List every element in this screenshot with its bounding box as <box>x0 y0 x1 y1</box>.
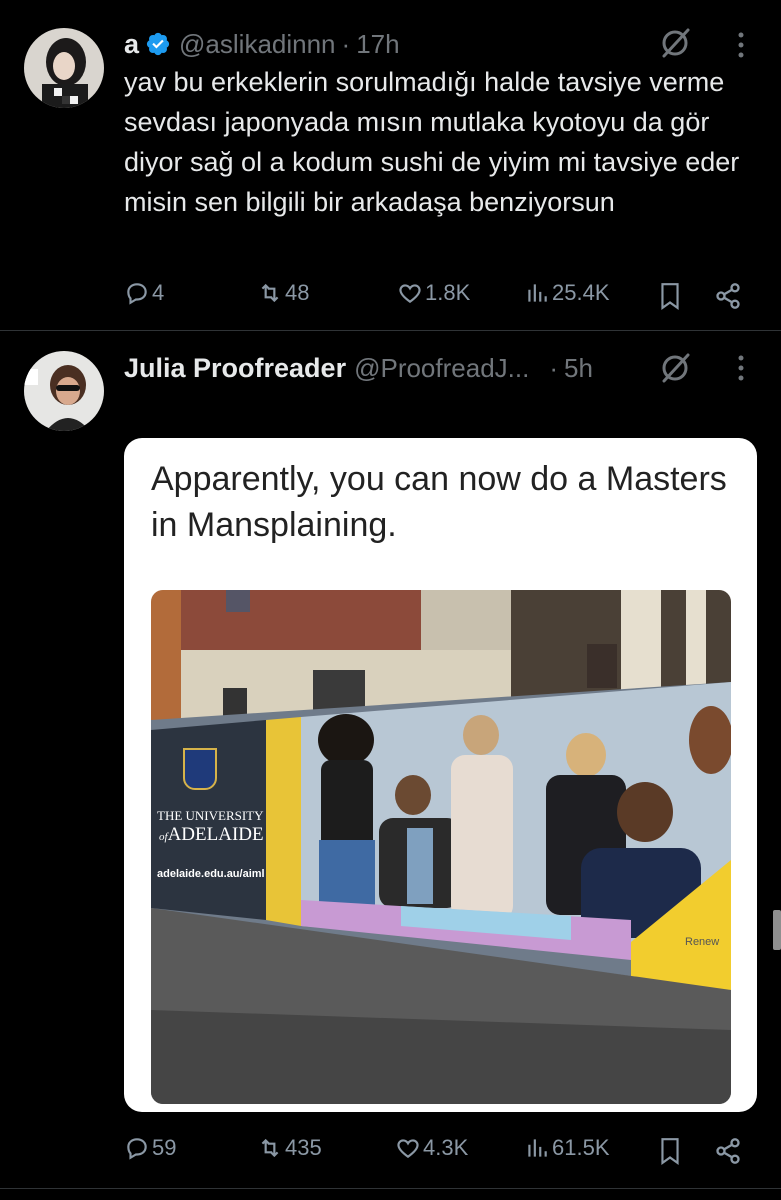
verified-badge-icon <box>146 32 170 56</box>
views-button[interactable]: 61.5K <box>524 1135 610 1161</box>
like-icon <box>399 284 421 303</box>
university-crest <box>183 748 217 790</box>
like-count: 4.3K <box>423 1135 469 1160</box>
avatar[interactable] <box>24 28 104 108</box>
author-handle[interactable]: @aslikadinnn <box>179 29 335 60</box>
repost-count: 48 <box>285 280 310 305</box>
bookmark-icon[interactable] <box>657 282 683 310</box>
views-icon <box>528 1139 547 1157</box>
bottom-divider <box>0 1188 781 1189</box>
media-caption: Apparently, you can now do a Masters in … <box>151 460 727 544</box>
timestamp[interactable]: 17h <box>356 29 399 60</box>
views-count: 25.4K <box>552 280 610 305</box>
action-bar: 4 48 1.8K 25.4K <box>124 280 744 314</box>
separator-dot: · <box>549 352 558 383</box>
reply-count: 59 <box>152 1135 177 1160</box>
separator-dot: · <box>341 28 351 59</box>
reply-count: 4 <box>152 280 165 305</box>
repost-count: 435 <box>285 1135 322 1160</box>
views-button[interactable]: 25.4K <box>524 280 610 306</box>
reply-button[interactable]: 59 <box>124 1135 176 1161</box>
action-bar: 59 435 4.3K 61.5K <box>124 1135 744 1169</box>
repost-button[interactable]: 435 <box>257 1135 322 1161</box>
university-url: adelaide.edu.au/aiml <box>157 868 265 880</box>
tweet-media[interactable]: Apparently, you can now do a Masters in … <box>124 438 757 1112</box>
author-name[interactable]: a <box>124 29 139 60</box>
more-icon[interactable] <box>731 30 751 60</box>
grok-icon[interactable] <box>658 351 692 385</box>
more-icon[interactable] <box>731 353 751 383</box>
university-billboard-photo <box>151 590 731 1104</box>
views-icon <box>528 284 547 302</box>
timestamp[interactable]: 5h <box>564 353 593 384</box>
tweet-text: yav bu erkeklerin sorulmadığı halde tavs… <box>124 67 740 217</box>
renew-text: Renew <box>685 936 720 948</box>
share-icon[interactable] <box>714 1137 742 1165</box>
reply-button[interactable]: 4 <box>124 280 164 306</box>
like-button[interactable]: 4.3K <box>395 1135 468 1161</box>
repost-button[interactable]: 48 <box>257 280 309 306</box>
avatar[interactable] <box>24 351 104 431</box>
bookmark-icon[interactable] <box>657 1137 683 1165</box>
media-photo: THE UNIVERSITY ofADELAIDE adelaide.edu.a… <box>151 590 731 1104</box>
reply-icon <box>127 1138 147 1160</box>
repost-icon <box>261 1138 279 1158</box>
university-name-prefix: of <box>159 831 168 843</box>
university-name-line1: THE UNIVERSITY <box>157 808 264 823</box>
tweet-1[interactable]: a @aslikadinnn · 17h yav bu erkeklerin s… <box>0 0 781 330</box>
author-name[interactable]: Julia Proofreader <box>124 353 346 384</box>
views-count: 61.5K <box>552 1135 610 1160</box>
reply-icon <box>127 283 147 305</box>
repost-icon <box>261 283 279 303</box>
grok-icon[interactable] <box>658 26 692 60</box>
like-button[interactable]: 1.8K <box>397 280 470 306</box>
like-count: 1.8K <box>425 280 471 305</box>
like-icon <box>397 1139 419 1158</box>
university-name-line2: ADELAIDE <box>167 824 264 845</box>
share-icon[interactable] <box>714 282 742 310</box>
scrollbar-thumb[interactable] <box>773 910 781 950</box>
author-handle[interactable]: @ProofreadJ... <box>354 353 529 384</box>
